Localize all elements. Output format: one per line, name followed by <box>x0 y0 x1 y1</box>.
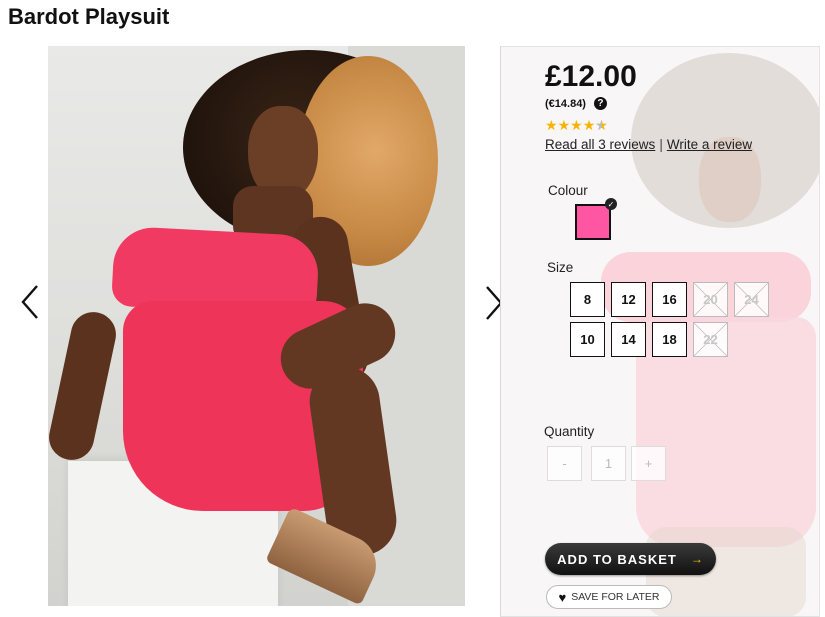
product-image[interactable] <box>48 46 465 606</box>
size-option[interactable]: 18 <box>652 322 687 357</box>
check-icon: ✓ <box>605 198 617 210</box>
star-icon: ★ <box>557 117 571 133</box>
size-option[interactable]: 12 <box>611 282 646 317</box>
colour-label: Colour <box>548 183 588 198</box>
product-price: £12.00 <box>545 60 637 93</box>
add-to-basket-button[interactable]: ADD TO BASKET → <box>545 543 716 575</box>
half-star-icon: ★ <box>595 117 608 133</box>
write-review-link[interactable]: Write a review <box>667 137 752 152</box>
save-for-later-label: SAVE FOR LATER <box>571 591 660 603</box>
star-icon: ★ <box>545 117 558 133</box>
star-icon: ★ <box>570 117 583 133</box>
reviews-links: Read all 3 reviews | Write a review <box>545 137 753 152</box>
size-option[interactable]: 14 <box>611 322 646 357</box>
read-reviews-link[interactable]: Read all 3 reviews <box>545 137 655 152</box>
quantity-decrease-button[interactable]: - <box>547 446 582 481</box>
quantity-input[interactable]: 1 <box>591 446 626 481</box>
size-option-unavailable: 20 <box>693 282 728 317</box>
size-option[interactable]: 16 <box>652 282 687 317</box>
quantity-increase-button[interactable]: + <box>631 446 666 481</box>
add-to-basket-label: ADD TO BASKET <box>557 551 677 567</box>
size-label: Size <box>547 260 574 275</box>
heart-icon: ♥ <box>558 589 567 605</box>
colour-swatch-pink[interactable] <box>575 204 611 240</box>
euro-price: (€14.84) ? <box>545 97 607 110</box>
product-title: Bardot Playsuit <box>8 4 170 29</box>
quantity-label: Quantity <box>544 424 595 439</box>
save-for-later-button[interactable]: ♥ SAVE FOR LATER <box>546 585 672 609</box>
star-icon: ★ <box>582 117 596 133</box>
size-option-unavailable: 22 <box>693 322 728 357</box>
arrow-right-icon: → <box>690 552 704 566</box>
size-option-unavailable: 24 <box>734 282 769 317</box>
size-option[interactable]: 10 <box>570 322 605 357</box>
size-option[interactable]: 8 <box>570 282 605 317</box>
chevron-left-icon <box>21 285 38 319</box>
prev-image-button[interactable] <box>10 275 50 329</box>
star-rating: ★★★★★ <box>545 117 608 134</box>
question-icon[interactable]: ? <box>593 97 607 110</box>
